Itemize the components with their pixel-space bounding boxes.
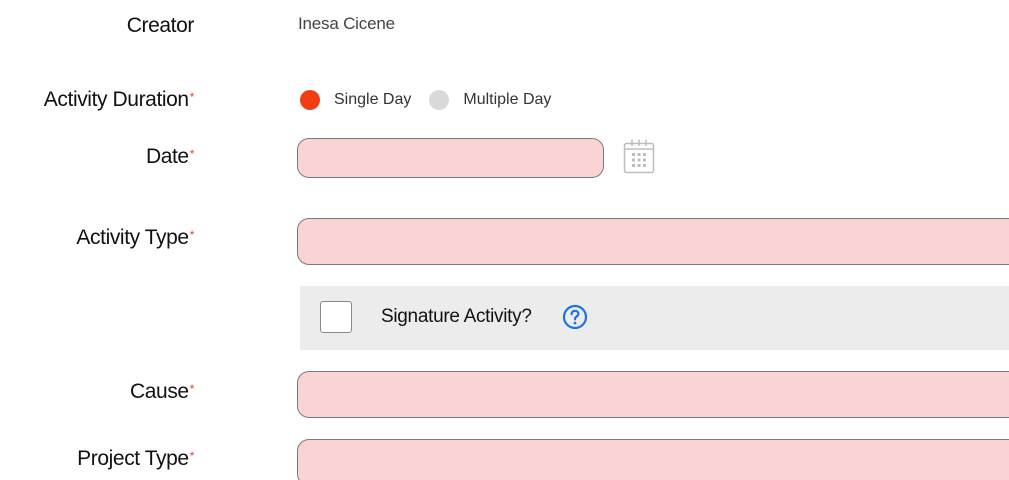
activity-type-label: Activity Type* [76,226,195,249]
activity-duration-label: Activity Duration* [43,88,195,111]
cause-select[interactable]: ⌄ [297,371,1009,418]
activity-duration-radio-group: Single Day Multiple Day [300,88,569,112]
required-marker: * [189,90,195,104]
required-marker: * [189,228,195,242]
question-circle-icon[interactable] [562,304,588,330]
date-input[interactable] [297,138,604,178]
project-type-label: Project Type* [77,447,195,470]
project-type-select[interactable]: ⌄ [297,439,1009,480]
date-label: Date* [145,145,195,168]
activity-type-select[interactable]: ⌄ [297,218,1009,265]
required-marker: * [189,382,195,396]
radio-multiple-day[interactable] [429,90,450,110]
signature-activity-label[interactable]: Signature Activity? [381,306,532,328]
signature-activity-row: Signature Activity? [300,286,1009,350]
calendar-icon[interactable] [623,138,655,174]
signature-activity-checkbox[interactable] [320,301,352,333]
cause-label: Cause* [130,380,195,403]
required-marker: * [189,449,195,463]
creator-value: Inesa Cicene [298,14,395,33]
activity-form: Creator Inesa Cicene Activity Duration* … [0,0,1009,480]
radio-single-day-label[interactable]: Single Day [334,91,411,109]
creator-label: Creator [126,14,195,37]
radio-multiple-day-label[interactable]: Multiple Day [463,91,551,109]
radio-single-day[interactable] [300,90,320,110]
required-marker: * [189,147,195,161]
